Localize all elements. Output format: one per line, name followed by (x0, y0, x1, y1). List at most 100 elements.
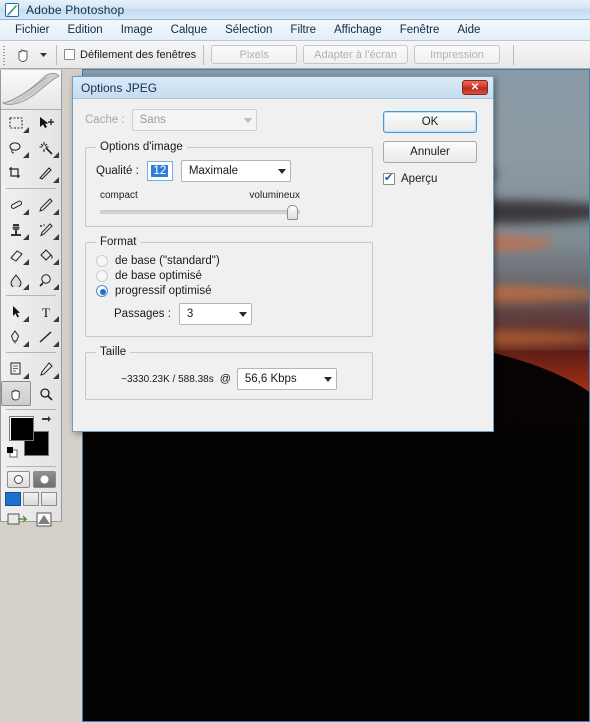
cache-select[interactable]: Sans (131, 109, 257, 131)
tool-hand[interactable] (1, 381, 31, 406)
standard-screen-icon[interactable] (5, 492, 21, 506)
jump-to-imageready-icon[interactable] (7, 511, 29, 532)
options-bar-separator-3 (513, 44, 514, 65)
chevron-down-icon (243, 117, 252, 123)
quality-slider[interactable] (100, 205, 300, 220)
tool-path-selection[interactable] (1, 299, 31, 324)
foreground-dark-area (83, 421, 589, 721)
menu-item-image[interactable]: Image (112, 22, 162, 38)
tool-rectangular-marquee[interactable] (1, 110, 31, 135)
chevron-down-icon[interactable] (37, 43, 49, 67)
menu-item-selection[interactable]: Sélection (216, 22, 281, 38)
svg-text:T: T (42, 305, 50, 319)
dialog-buttons: OK Annuler Aperçu (383, 111, 481, 185)
options-bar-grip[interactable] (2, 43, 8, 66)
tool-eraser[interactable] (1, 242, 31, 267)
passes-value: 3 (186, 308, 194, 320)
dialog-titlebar[interactable]: Options JPEG ✕ (73, 77, 493, 99)
preview-checkbox[interactable]: Aperçu (383, 171, 481, 185)
size-row: ~3330.23K / 588.38s @ 56,6 Kbps (96, 368, 362, 390)
format-option-label: de base optimisé (115, 270, 202, 282)
close-icon[interactable]: ✕ (462, 80, 488, 95)
slider-min-label: compact (100, 190, 138, 201)
quality-input[interactable]: 12 (146, 161, 173, 181)
slider-labels: compact volumineux (100, 190, 300, 201)
scroll-windows-label: Défilement des fenêtres (80, 48, 197, 61)
menu-item-filtre[interactable]: Filtre (281, 22, 325, 38)
speed-value: 56,6 Kbps (244, 373, 297, 385)
speed-select[interactable]: 56,6 Kbps (236, 368, 337, 390)
foreground-color-swatch[interactable] (9, 416, 34, 441)
tool-dodge[interactable] (31, 267, 61, 292)
menu-item-aide[interactable]: Aide (448, 22, 489, 38)
format-option-progressive[interactable]: progressif optimisé (96, 285, 362, 297)
standard-mask-icon[interactable] (6, 471, 30, 488)
tool-brush[interactable] (31, 192, 61, 217)
scroll-windows-checkbox[interactable]: Défilement des fenêtres (64, 49, 196, 61)
passes-select[interactable]: 3 (178, 303, 252, 325)
menu-item-fichier[interactable]: Fichier (6, 22, 59, 38)
chevron-down-icon (323, 376, 332, 382)
quality-label: Qualité : (96, 165, 139, 177)
hand-tool-icon[interactable] (11, 43, 37, 67)
chevron-down-icon (238, 311, 247, 317)
edit-in-imageready-icon[interactable] (35, 511, 55, 532)
tool-type[interactable]: T (31, 299, 61, 324)
screen-mode-row (1, 492, 61, 506)
options-bar-separator-1 (56, 44, 57, 65)
fit-screen-button[interactable]: Adapter à l'écran (303, 45, 408, 64)
quality-slider-thumb[interactable] (287, 205, 298, 220)
tool-pen[interactable] (1, 324, 31, 349)
chevron-down-icon (277, 168, 286, 174)
format-option-baseline[interactable]: de base ("standard") (96, 255, 362, 267)
full-screen-menubar-icon[interactable] (23, 492, 39, 506)
tool-clone-stamp[interactable] (1, 217, 31, 242)
mask-mode-row (1, 471, 61, 488)
print-size-button[interactable]: Impression (414, 45, 500, 64)
format-option-baseline-optimized[interactable]: de base optimisé (96, 270, 362, 282)
photoshop-feather-icon (5, 2, 19, 17)
swap-colors-icon[interactable] (40, 414, 52, 429)
menu-item-fenetre[interactable]: Fenêtre (391, 22, 449, 38)
tool-zoom[interactable] (31, 381, 61, 406)
jump-to-row (1, 511, 61, 532)
quality-row: Qualité : 12 Maximale (96, 160, 362, 182)
tool-grid-1 (1, 110, 61, 185)
quality-value: 12 (151, 165, 169, 177)
pixels-button[interactable]: Pixels (211, 45, 298, 64)
default-colors-icon[interactable] (7, 447, 18, 458)
menu-item-edition[interactable]: Edition (59, 22, 112, 38)
tool-notes[interactable] (1, 356, 31, 381)
options-bar-separator-2 (203, 44, 205, 65)
tool-lasso[interactable] (1, 135, 31, 160)
tool-healing-brush[interactable] (1, 192, 31, 217)
tool-slice[interactable] (31, 160, 61, 185)
size-group: Taille ~3330.23K / 588.38s @ 56,6 Kbps (85, 346, 373, 400)
checkbox-box (383, 171, 395, 185)
image-options-group: Options d'image Qualité : 12 Maximale co… (85, 141, 373, 227)
tool-eyedropper[interactable] (31, 356, 61, 381)
tool-move[interactable] (31, 110, 61, 135)
at-symbol: @ (219, 373, 231, 385)
tool-line[interactable] (31, 324, 61, 349)
cache-label: Cache : (85, 114, 125, 126)
checkbox-box (64, 49, 75, 60)
size-estimate: ~3330.23K / 588.38s (121, 373, 214, 385)
passes-label: Passages : (114, 308, 171, 320)
menu-item-affichage[interactable]: Affichage (325, 22, 391, 38)
color-swatches (7, 414, 61, 460)
ok-button[interactable]: OK (383, 111, 477, 133)
quality-preset-select[interactable]: Maximale (180, 160, 291, 182)
format-group: Format de base ("standard") de base opti… (85, 236, 373, 337)
tool-blur[interactable] (1, 267, 31, 292)
menu-item-calque[interactable]: Calque (162, 22, 216, 38)
format-legend: Format (100, 236, 137, 248)
tool-paint-bucket[interactable] (31, 242, 61, 267)
cancel-button[interactable]: Annuler (383, 141, 477, 163)
quick-mask-icon[interactable] (32, 471, 56, 488)
tool-history-brush[interactable] (31, 217, 61, 242)
tool-crop[interactable] (1, 160, 31, 185)
dialog-title: Options JPEG (81, 80, 158, 95)
tool-magic-wand[interactable] (31, 135, 61, 160)
full-screen-icon[interactable] (41, 492, 57, 506)
